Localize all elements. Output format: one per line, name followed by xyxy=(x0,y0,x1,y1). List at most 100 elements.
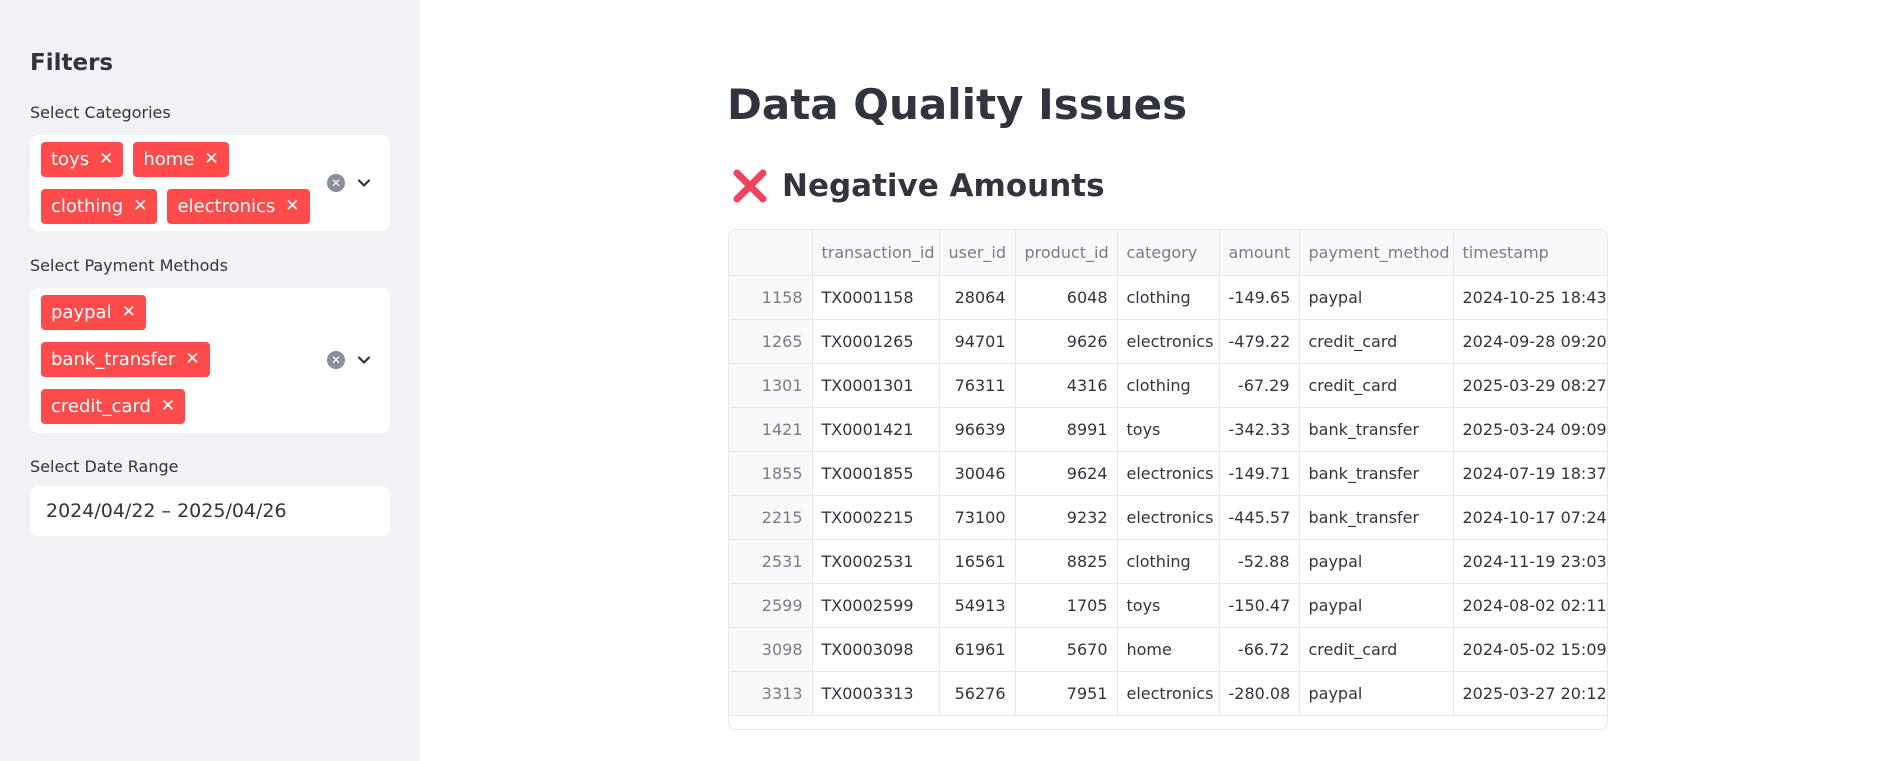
table-cell[interactable]: 6048 xyxy=(1015,275,1118,320)
table-row[interactable]: 1158 TX0001158 28064 6048 clothing -149.65 pay… xyxy=(729,275,1607,320)
column-header[interactable]: payment_method xyxy=(1299,230,1454,276)
row-index[interactable]: 1421 xyxy=(729,407,813,452)
table-row[interactable]: 3098 TX0003098 61961 5670 home -66.72 credit_c… xyxy=(729,627,1607,672)
data-table[interactable]: transaction_id user_id product_id category a… xyxy=(728,229,1608,730)
table-cell[interactable]: -280.08 xyxy=(1219,671,1300,716)
row-index[interactable]: 1265 xyxy=(729,319,813,364)
table-cell[interactable]: paypal xyxy=(1299,539,1454,584)
table-row[interactable]: 3313 TX0003313 56276 7951 electronics -280.08… xyxy=(729,671,1607,716)
table-cell[interactable]: -149.65 xyxy=(1219,275,1300,320)
column-header[interactable]: category xyxy=(1117,230,1220,276)
row-index[interactable]: 3313 xyxy=(729,671,813,716)
table-cell[interactable]: electronics xyxy=(1117,495,1220,540)
table-cell[interactable]: 5670 xyxy=(1015,627,1118,672)
table-cell[interactable]: electronics xyxy=(1117,319,1220,364)
table-cell[interactable]: TX0001301 xyxy=(812,363,940,408)
table-cell[interactable]: bank_transfer xyxy=(1299,495,1454,540)
table-cell[interactable]: paypal xyxy=(1299,583,1454,628)
categories-multiselect[interactable]: toys ✕ home ✕ clothing ✕ electronics ✕ ✕ xyxy=(30,135,390,231)
table-cell[interactable]: 2024-10-17 07:24:46 xyxy=(1453,495,1607,540)
row-index[interactable]: 2599 xyxy=(729,583,813,628)
table-cell[interactable]: 8991 xyxy=(1015,407,1118,452)
table-cell[interactable]: 96639 xyxy=(939,407,1016,452)
table-cell[interactable]: bank_transfer xyxy=(1299,407,1454,452)
table-cell[interactable]: 2025-03-24 09:09:10 xyxy=(1453,407,1607,452)
table-cell[interactable]: 2025-03-27 20:12:10 xyxy=(1453,671,1607,716)
column-header[interactable]: transaction_id xyxy=(812,230,940,276)
row-index[interactable]: 2531 xyxy=(729,539,813,584)
clear-icon[interactable]: ✕ xyxy=(327,351,345,369)
table-cell[interactable]: 2024-09-28 09:20:37 xyxy=(1453,319,1607,364)
table-cell[interactable]: TX0001158 xyxy=(812,275,940,320)
chip-remove-icon[interactable]: ✕ xyxy=(122,304,136,321)
table-row[interactable]: 1301 TX0001301 76311 4316 clothing -67.29 cred… xyxy=(729,363,1607,408)
table-row[interactable]: 1421 TX0001421 96639 8991 toys -342.33 bank_tr… xyxy=(729,407,1607,452)
table-cell[interactable]: TX0003313 xyxy=(812,671,940,716)
chip-remove-icon[interactable]: ✕ xyxy=(185,351,199,368)
payment-methods-multiselect[interactable]: paypal ✕ bank_transfer ✕ credit_card ✕ ✕ xyxy=(30,288,390,433)
table-row[interactable]: 1265 TX0001265 94701 9626 electronics -479.22… xyxy=(729,319,1607,364)
row-index[interactable]: 1301 xyxy=(729,363,813,408)
table-cell[interactable]: TX0002531 xyxy=(812,539,940,584)
table-cell[interactable]: 56276 xyxy=(939,671,1016,716)
table-cell[interactable]: -149.71 xyxy=(1219,451,1300,496)
table-cell[interactable]: 9626 xyxy=(1015,319,1118,364)
table-cell[interactable]: 8825 xyxy=(1015,539,1118,584)
table-cell[interactable]: electronics xyxy=(1117,671,1220,716)
chip-remove-icon[interactable]: ✕ xyxy=(133,198,147,215)
table-row[interactable]: 2531 TX0002531 16561 8825 clothing -52.88 payp… xyxy=(729,539,1607,584)
table-cell[interactable]: -52.88 xyxy=(1219,539,1300,584)
table-cell[interactable]: 9624 xyxy=(1015,451,1118,496)
table-cell[interactable]: 4316 xyxy=(1015,363,1118,408)
column-header[interactable]: product_id xyxy=(1015,230,1118,276)
table-cell[interactable]: 76311 xyxy=(939,363,1016,408)
chip-remove-icon[interactable]: ✕ xyxy=(285,198,299,215)
table-cell[interactable]: -67.29 xyxy=(1219,363,1300,408)
table-row[interactable]: 1855 TX0001855 30046 9624 electronics -149.71… xyxy=(729,451,1607,496)
table-cell[interactable]: electronics xyxy=(1117,451,1220,496)
table-cell[interactable]: 28064 xyxy=(939,275,1016,320)
table-cell[interactable]: TX0001855 xyxy=(812,451,940,496)
row-index[interactable]: 1855 xyxy=(729,451,813,496)
table-cell[interactable]: credit_card xyxy=(1299,627,1454,672)
table-cell[interactable]: TX0001265 xyxy=(812,319,940,364)
table-cell[interactable]: 16561 xyxy=(939,539,1016,584)
table-cell[interactable]: paypal xyxy=(1299,671,1454,716)
table-cell[interactable]: 2024-05-02 15:09:01 xyxy=(1453,627,1607,672)
date-range-input[interactable]: 2024/04/22 – 2025/04/26 xyxy=(30,486,390,536)
table-cell[interactable]: -342.33 xyxy=(1219,407,1300,452)
table-cell[interactable]: -479.22 xyxy=(1219,319,1300,364)
table-cell[interactable]: 2024-10-25 18:43:39 xyxy=(1453,275,1607,320)
table-cell[interactable]: 2025-03-29 08:27:04 xyxy=(1453,363,1607,408)
table-cell[interactable]: TX0001421 xyxy=(812,407,940,452)
column-header[interactable]: amount xyxy=(1219,230,1300,276)
column-header[interactable]: user_id xyxy=(939,230,1016,276)
table-cell[interactable]: paypal xyxy=(1299,275,1454,320)
table-cell[interactable]: -445.57 xyxy=(1219,495,1300,540)
table-cell[interactable]: 9232 xyxy=(1015,495,1118,540)
table-cell[interactable]: clothing xyxy=(1117,539,1220,584)
table-row[interactable]: 2599 TX0002599 54913 1705 toys -150.47 paypal 2… xyxy=(729,583,1607,628)
table-cell[interactable]: 94701 xyxy=(939,319,1016,364)
row-index[interactable]: 3098 xyxy=(729,627,813,672)
row-index[interactable]: 2215 xyxy=(729,495,813,540)
chip-remove-icon[interactable]: ✕ xyxy=(161,398,175,415)
table-cell[interactable]: toys xyxy=(1117,407,1220,452)
chevron-down-icon[interactable] xyxy=(356,352,372,368)
table-cell[interactable]: 2024-07-19 18:37:51 xyxy=(1453,451,1607,496)
table-cell[interactable]: 2024-11-19 23:03:15 xyxy=(1453,539,1607,584)
table-cell[interactable]: credit_card xyxy=(1299,363,1454,408)
row-index[interactable]: 1158 xyxy=(729,275,813,320)
table-cell[interactable]: 61961 xyxy=(939,627,1016,672)
table-cell[interactable]: 7951 xyxy=(1015,671,1118,716)
table-cell[interactable]: bank_transfer xyxy=(1299,451,1454,496)
table-cell[interactable]: home xyxy=(1117,627,1220,672)
chip-remove-icon[interactable]: ✕ xyxy=(99,151,113,168)
table-row[interactable]: 2215 TX0002215 73100 9232 electronics -445.57… xyxy=(729,495,1607,540)
table-cell[interactable]: TX0002215 xyxy=(812,495,940,540)
chevron-down-icon[interactable] xyxy=(356,175,372,191)
table-cell[interactable]: TX0002599 xyxy=(812,583,940,628)
chip-remove-icon[interactable]: ✕ xyxy=(204,151,218,168)
table-cell[interactable]: 54913 xyxy=(939,583,1016,628)
clear-icon[interactable]: ✕ xyxy=(327,174,345,192)
